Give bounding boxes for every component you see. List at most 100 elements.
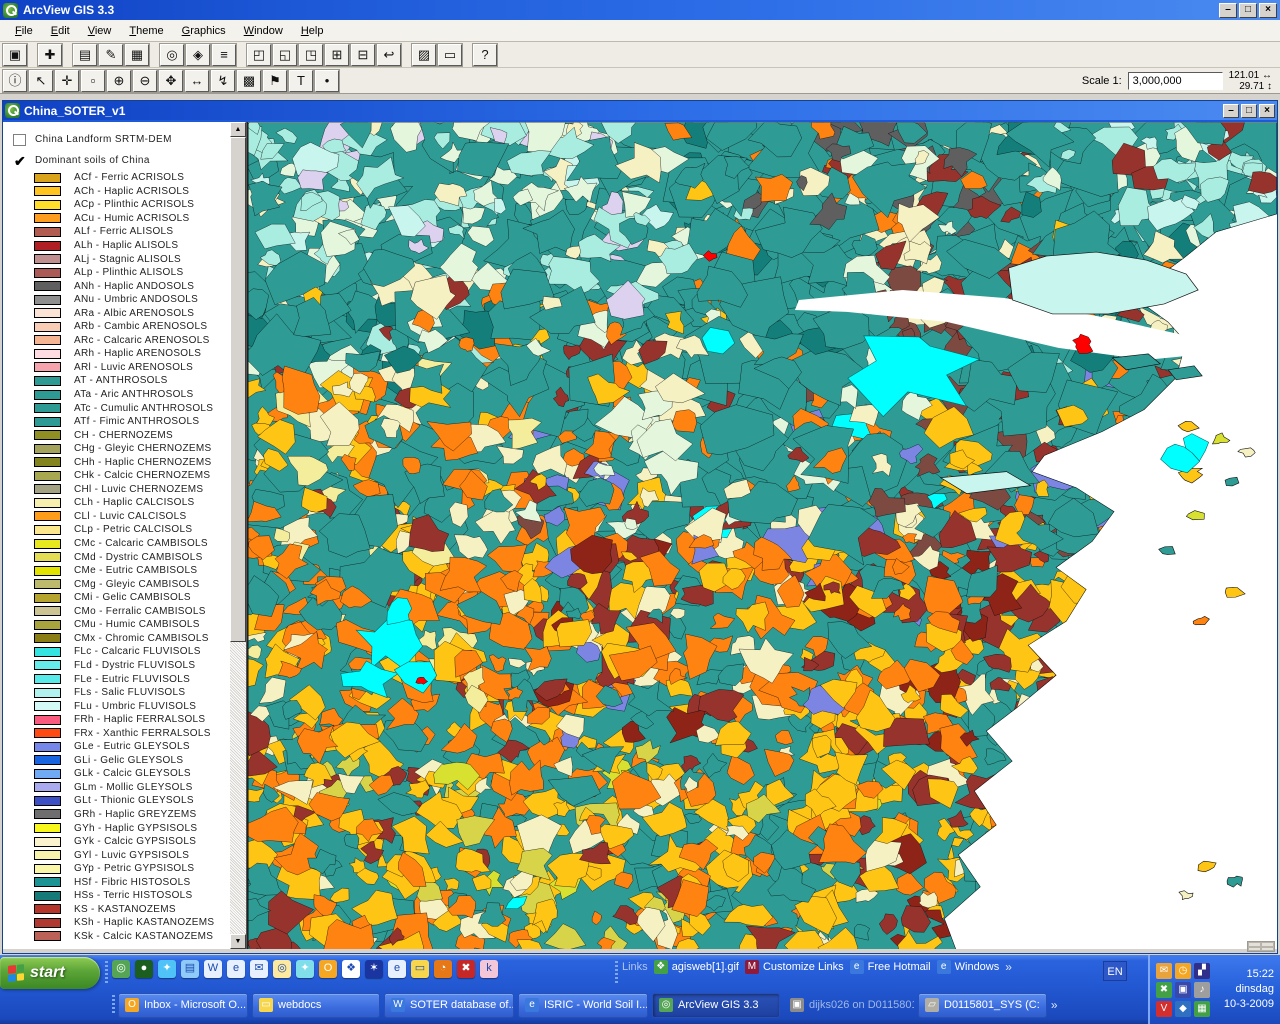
- menu-graphics[interactable]: Graphics: [173, 22, 235, 40]
- toolbar-handle[interactable]: [615, 961, 618, 983]
- internet-explorer-icon[interactable]: e: [227, 960, 245, 978]
- taskbar-button[interactable]: OInbox - Microsoft O...: [118, 993, 248, 1018]
- maximize-button[interactable]: □: [1239, 3, 1257, 18]
- query-builder-icon[interactable]: ≡: [212, 44, 236, 66]
- help-icon[interactable]: ?: [473, 44, 497, 66]
- taskbar-button[interactable]: ▣dijks026 on D0115801: [784, 993, 914, 1018]
- zoom-out-icon[interactable]: ⊟: [351, 44, 375, 66]
- outlook-express-icon[interactable]: ✉: [250, 960, 268, 978]
- clock-tray-icon[interactable]: ◷: [1175, 963, 1191, 979]
- draw-point-icon[interactable]: •: [315, 70, 339, 92]
- minimize-button[interactable]: –: [1219, 3, 1237, 18]
- menu-view[interactable]: View: [79, 22, 121, 40]
- links-overflow-chevron[interactable]: »: [1005, 960, 1012, 974]
- scroll-up-button[interactable]: ▲: [230, 122, 246, 137]
- find-icon[interactable]: ◎: [160, 44, 184, 66]
- eu-flag-icon[interactable]: ✶: [365, 960, 383, 978]
- clear-selection-icon[interactable]: ▭: [438, 44, 462, 66]
- arcview-quicklaunch-icon[interactable]: ◎: [112, 960, 130, 978]
- scrollbar-thumb[interactable]: [230, 137, 246, 642]
- legend-scrollbar[interactable]: ▲ ▼: [230, 122, 246, 949]
- resize-grip[interactable]: [1247, 941, 1275, 952]
- taskbar-button[interactable]: WSOTER database of...: [384, 993, 514, 1018]
- menu-theme[interactable]: Theme: [120, 22, 172, 40]
- volume-tray-icon[interactable]: ♪: [1194, 982, 1210, 998]
- messenger2-icon[interactable]: ✦: [296, 960, 314, 978]
- msn-tray-icon[interactable]: ✖: [1156, 982, 1172, 998]
- link-item[interactable]: eWindows: [937, 960, 1000, 974]
- save-project-icon[interactable]: ▣: [3, 44, 27, 66]
- doc-restore-button[interactable]: □: [1241, 104, 1257, 118]
- vpn-tray-icon[interactable]: ◆: [1175, 1001, 1191, 1017]
- zoom-previous-icon[interactable]: ↩: [377, 44, 401, 66]
- edit-legend-icon[interactable]: ✎: [99, 44, 123, 66]
- update-tray-icon[interactable]: ▞: [1194, 963, 1210, 979]
- layer-checkbox[interactable]: [13, 134, 26, 146]
- label-icon[interactable]: ⚑: [263, 70, 287, 92]
- scroll-down-button[interactable]: ▼: [230, 934, 246, 949]
- soil-map-canvas[interactable]: [248, 122, 1277, 951]
- close-button[interactable]: ×: [1259, 3, 1277, 18]
- start-button[interactable]: start: [0, 957, 100, 989]
- link-item[interactable]: eFree Hotmail: [850, 960, 931, 974]
- measure-icon[interactable]: ↔: [185, 70, 209, 92]
- word-icon[interactable]: W: [204, 960, 222, 978]
- mail-tray-icon[interactable]: ✉: [1156, 963, 1172, 979]
- taskbar-button[interactable]: eISRIC - World Soil I...: [518, 993, 648, 1018]
- search-icon[interactable]: ◎: [273, 960, 291, 978]
- locate-address-icon[interactable]: ◈: [186, 44, 210, 66]
- menu-window[interactable]: Window: [235, 22, 292, 40]
- orange-app-icon[interactable]: ◔: [434, 960, 452, 978]
- add-theme-icon[interactable]: ✚: [38, 44, 62, 66]
- map-view[interactable]: [247, 122, 1277, 949]
- zoom-out-icon[interactable]: ⊖: [133, 70, 157, 92]
- doc-minimize-button[interactable]: –: [1223, 104, 1239, 118]
- scale-input[interactable]: [1128, 72, 1223, 90]
- legend-layer[interactable]: ✔Dominant soils of China: [3, 150, 230, 171]
- toolbar-handle[interactable]: [105, 961, 108, 983]
- vertex-edit-icon[interactable]: ✛: [55, 70, 79, 92]
- taskbar-button[interactable]: ◎ArcView GIS 3.3: [652, 993, 780, 1018]
- notes-icon[interactable]: ▤: [181, 960, 199, 978]
- select-features-icon[interactable]: ▨: [412, 44, 436, 66]
- text-icon[interactable]: T: [289, 70, 313, 92]
- document-titlebar[interactable]: China_SOTER_v1 – □ ×: [3, 101, 1277, 120]
- toolbar-handle[interactable]: [112, 995, 115, 1015]
- fill-icon[interactable]: ▩: [237, 70, 261, 92]
- taskbar-button[interactable]: ▱D0115801_SYS (C:: [918, 993, 1047, 1018]
- no-entry-icon[interactable]: ✖: [457, 960, 475, 978]
- menu-help[interactable]: Help: [292, 22, 333, 40]
- zoom-selected-icon[interactable]: ◳: [299, 44, 323, 66]
- menu-file[interactable]: File: [6, 22, 42, 40]
- doc-close-button[interactable]: ×: [1259, 104, 1275, 118]
- messenger-icon[interactable]: ✦: [158, 960, 176, 978]
- network-tray-icon[interactable]: ▦: [1194, 1001, 1210, 1017]
- globe-icon[interactable]: ●: [135, 960, 153, 978]
- outlook-icon[interactable]: O: [319, 960, 337, 978]
- zoom-in-icon[interactable]: ⊞: [325, 44, 349, 66]
- menu-edit[interactable]: Edit: [42, 22, 79, 40]
- picasa-icon[interactable]: ❖: [342, 960, 360, 978]
- zoom-in-icon[interactable]: ⊕: [107, 70, 131, 92]
- open-theme-table-icon[interactable]: ▦: [125, 44, 149, 66]
- zoom-full-extent-icon[interactable]: ◰: [247, 44, 271, 66]
- taskbar-overflow-chevron[interactable]: »: [1051, 998, 1058, 1012]
- layer-checkbox[interactable]: ✔: [13, 155, 26, 167]
- pointer-icon[interactable]: ↖: [29, 70, 53, 92]
- theme-properties-icon[interactable]: ▤: [73, 44, 97, 66]
- link-item[interactable]: MCustomize Links: [745, 960, 844, 974]
- legend-layer[interactable]: China Landform SRTM-DEM: [3, 129, 230, 150]
- zoom-active-theme-icon[interactable]: ◱: [273, 44, 297, 66]
- taskbar-button[interactable]: ▭webdocs: [252, 993, 380, 1018]
- select-box-icon[interactable]: ▫: [81, 70, 105, 92]
- antivirus-tray-icon[interactable]: V: [1156, 1001, 1172, 1017]
- identify-icon[interactable]: ⓘ: [3, 70, 27, 92]
- pan-icon[interactable]: ✥: [159, 70, 183, 92]
- hotlink-icon[interactable]: ↯: [211, 70, 235, 92]
- language-indicator[interactable]: EN: [1103, 961, 1127, 981]
- display-tray-icon[interactable]: ▣: [1175, 982, 1191, 998]
- internet-explorer2-icon[interactable]: e: [388, 960, 406, 978]
- folder-quicklaunch-icon[interactable]: ▭: [411, 960, 429, 978]
- link-item[interactable]: ❖agisweb[1].gif: [654, 960, 739, 974]
- key-icon[interactable]: k: [480, 960, 498, 978]
